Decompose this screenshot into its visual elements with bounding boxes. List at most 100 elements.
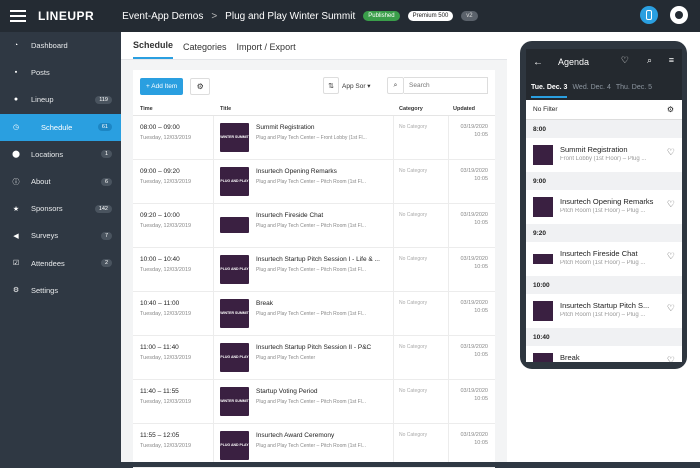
- pin-icon: ⬤: [12, 151, 20, 159]
- day-tab[interactable]: Tue. Dec. 3: [531, 84, 568, 98]
- toolbar: + Add Item ⚙ ⇅ App Sor ▾ ⌕: [133, 70, 495, 102]
- table-row[interactable]: 09:00 – 09:20 Tuesday, 12/03/2019 PLUG AND…: [133, 160, 495, 204]
- breadcrumb-event[interactable]: Plug and Play Winter Summit: [225, 11, 355, 22]
- agenda-item[interactable]: Insurtech Fireside Chat Pitch Room (1st F…: [526, 242, 682, 276]
- app-logo[interactable]: LINEUPR: [38, 9, 94, 23]
- sort-select[interactable]: App Sor ▾: [342, 77, 371, 94]
- agenda-item-title: Summit Registration: [560, 145, 628, 154]
- updated-time: 10:05: [474, 440, 488, 446]
- sidebar-item-lineup[interactable]: ● Lineup 119: [0, 86, 121, 113]
- agenda-item[interactable]: Insurtech Opening Remarks Pitch Room (1st…: [526, 190, 682, 224]
- table-row[interactable]: 10:00 – 10:40 Tuesday, 12/03/2019 PLUG AND…: [133, 248, 495, 292]
- day-tab[interactable]: Thu. Dec. 5: [616, 84, 652, 91]
- table-row[interactable]: 11:00 – 11:40 Tuesday, 12/03/2019 PLUG AND…: [133, 336, 495, 380]
- row-time: 09:20 – 10:00: [140, 212, 180, 219]
- filter-bar[interactable]: No Filter ⚙: [526, 100, 682, 120]
- sidebar-item-schedule[interactable]: ◷ Schedule 61: [0, 113, 121, 141]
- hamburger-menu-icon[interactable]: [10, 10, 26, 22]
- table-row[interactable]: 09:20 – 10:00 Tuesday, 12/03/2019 Insurtec…: [133, 204, 495, 248]
- table-row[interactable]: 11:40 – 11:55 Tuesday, 12/03/2019 WINTER S…: [133, 380, 495, 424]
- day-tab[interactable]: Wed. Dec. 4: [572, 84, 610, 91]
- table-row[interactable]: 08:00 – 09:00 Tuesday, 12/03/2019 WINTER S…: [133, 116, 495, 160]
- table-header: Time Title Category Updated: [133, 102, 495, 116]
- header-updated[interactable]: Updated: [453, 106, 475, 112]
- time-slot-header: 10:00: [526, 276, 682, 294]
- sort-toggle-button[interactable]: ⇅: [323, 77, 339, 94]
- sidebar-item-settings[interactable]: ⚙ Settings: [0, 277, 121, 304]
- row-updated: 03/19/2020 10:05: [458, 168, 488, 182]
- tab-categories[interactable]: Categories: [183, 42, 227, 59]
- tab-import-export[interactable]: Import / Export: [237, 42, 296, 59]
- header-category[interactable]: Category: [399, 106, 423, 112]
- breadcrumb-org[interactable]: Event-App Demos: [122, 11, 203, 22]
- row-category: No Category: [399, 168, 428, 174]
- search-icon[interactable]: ⌕: [387, 77, 404, 94]
- header-title[interactable]: Title: [220, 106, 231, 112]
- count-badge: 61: [97, 123, 112, 132]
- agenda-item[interactable]: Insurtech Startup Pitch S... Pitch Room (…: [526, 294, 682, 328]
- event-thumbnail: WINTER SUMMIT: [220, 123, 249, 152]
- row-title: Startup Voting Period: [256, 388, 318, 395]
- header-time[interactable]: Time: [140, 106, 153, 112]
- updated-date: 03/19/2020: [460, 256, 488, 262]
- mobile-preview-button[interactable]: [640, 6, 658, 24]
- search-input[interactable]: [404, 77, 488, 94]
- updated-date: 03/19/2020: [460, 212, 488, 218]
- sidebar-item-label: Lineup: [31, 95, 54, 105]
- menu-icon[interactable]: ≡: [669, 55, 674, 65]
- schedule-panel: + Add Item ⚙ ⇅ App Sor ▾ ⌕ Time Title Ca…: [133, 70, 495, 468]
- table-row[interactable]: 11:55 – 12:05 Tuesday, 12/03/2019 PLUG AND…: [133, 424, 495, 468]
- row-date: Tuesday, 12/03/2019: [140, 355, 192, 361]
- sidebar-item-label: Dashboard: [31, 41, 68, 51]
- sidebar-item-label: Schedule: [41, 122, 73, 132]
- time-slot-header: 10:40: [526, 328, 682, 346]
- back-arrow-icon[interactable]: ←: [533, 57, 543, 68]
- heart-icon[interactable]: ♡: [667, 251, 675, 262]
- row-updated: 03/19/2020 10:05: [458, 388, 488, 402]
- phone-screen: ← Agenda ♡ ⌕ ≡ Tue. Dec. 3 Wed. Dec. 4 T…: [526, 49, 682, 362]
- agenda-item[interactable]: Summit Registration Front Lobby (1st Floo…: [526, 138, 682, 172]
- settings-button[interactable]: ⚙: [190, 77, 211, 95]
- updated-time: 10:05: [474, 132, 488, 138]
- row-updated: 03/19/2020 10:05: [458, 212, 488, 226]
- row-time: 10:00 – 10:40: [140, 256, 180, 263]
- column-divider: [213, 116, 214, 462]
- column-divider: [448, 116, 449, 462]
- sidebar-item-surveys[interactable]: ◀ Surveys 7: [0, 222, 121, 249]
- clock-icon: ◷: [12, 124, 20, 132]
- row-location: Plug and Play Tech Center – Pitch Room (…: [256, 223, 366, 229]
- heart-icon[interactable]: ♡: [667, 147, 675, 158]
- heart-icon[interactable]: ♡: [621, 55, 629, 66]
- row-location: Plug and Play Tech Center – Pitch Room (…: [256, 443, 366, 449]
- gear-icon[interactable]: ⚙: [667, 105, 674, 114]
- updated-date: 03/19/2020: [460, 344, 488, 350]
- user-icon: [675, 11, 683, 19]
- event-thumbnail: PLUG AND PLAY: [220, 431, 249, 460]
- row-time: 08:00 – 09:00: [140, 124, 180, 131]
- tab-schedule[interactable]: Schedule: [133, 40, 174, 59]
- sidebar-item-attendees[interactable]: ☑ Attendees 2: [0, 250, 121, 277]
- sidebar-item-about[interactable]: ⓘ About 6: [0, 168, 121, 195]
- heart-icon[interactable]: ♡: [667, 355, 675, 362]
- sidebar-item-label: Settings: [31, 285, 59, 295]
- sidebar-item-sponsors[interactable]: ★ Sponsors 142: [0, 195, 121, 222]
- table-row[interactable]: 10:40 – 11:00 Tuesday, 12/03/2019 WINTER S…: [133, 292, 495, 336]
- sidebar-item-posts[interactable]: ▪ Posts: [0, 59, 121, 86]
- user-avatar-button[interactable]: [670, 6, 688, 24]
- search-icon[interactable]: ⌕: [647, 55, 652, 66]
- row-date: Tuesday, 12/03/2019: [140, 179, 192, 185]
- add-item-button[interactable]: + Add Item: [140, 77, 184, 95]
- sidebar-item-locations[interactable]: ⬤ Locations 1: [0, 141, 121, 168]
- updated-time: 10:05: [474, 396, 488, 402]
- heart-icon[interactable]: ♡: [667, 303, 675, 314]
- sidebar-item-dashboard[interactable]: ◔ Dashboard: [0, 32, 121, 59]
- sidebar: ◔ Dashboard ▪ Posts ● Lineup 119 ◷ Schedule 61 ⬤ Lo…: [0, 32, 121, 462]
- row-date: Tuesday, 12/03/2019: [140, 311, 192, 317]
- row-date: Tuesday, 12/03/2019: [140, 267, 192, 273]
- row-category: No Category: [399, 344, 428, 350]
- row-date: Tuesday, 12/03/2019: [140, 223, 192, 229]
- agenda-item[interactable]: Break ♡: [526, 346, 682, 362]
- heart-icon[interactable]: ♡: [667, 199, 675, 210]
- row-time: 09:00 – 09:20: [140, 168, 180, 175]
- status-badge: Published: [363, 11, 400, 21]
